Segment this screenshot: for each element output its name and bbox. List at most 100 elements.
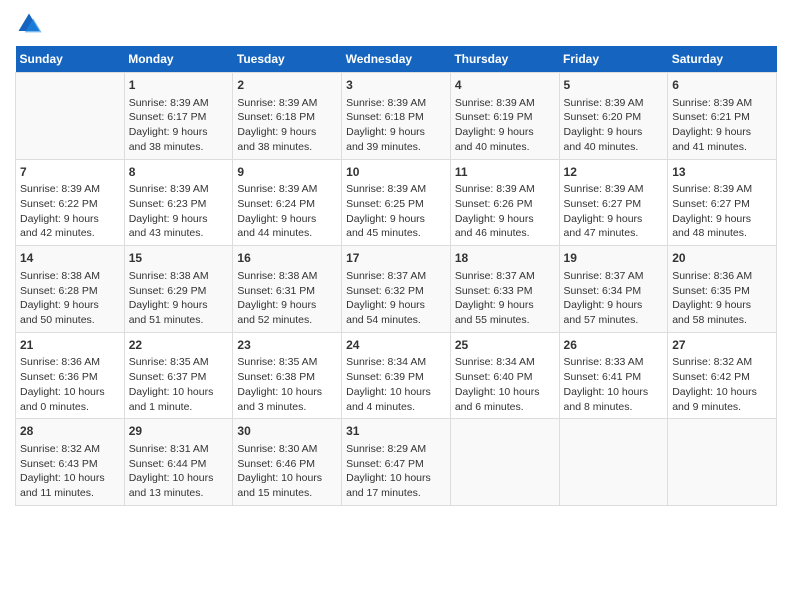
calendar-cell: 28 Sunrise: 8:32 AM Sunset: 6:43 PM Dayli… — [16, 419, 125, 506]
calendar-cell: 25Sunrise: 8:34 AM Sunset: 6:40 PM Dayli… — [450, 332, 559, 419]
day-number: 8 — [129, 164, 229, 181]
logo-icon — [15, 10, 43, 38]
calendar-cell: 9Sunrise: 8:39 AM Sunset: 6:24 PM Daylig… — [233, 159, 342, 246]
cell-info: Sunrise: 8:39 AM Sunset: 6:20 PM Dayligh… — [564, 96, 664, 155]
day-number: 2 — [237, 77, 337, 94]
cell-info: Sunrise: 8:29 AM Sunset: 6:47 PM Dayligh… — [346, 442, 446, 501]
day-number: 28 — [20, 423, 120, 440]
day-number: 26 — [564, 337, 664, 354]
cell-info: Sunrise: 8:35 AM Sunset: 6:37 PM Dayligh… — [129, 355, 229, 414]
calendar-cell: 10Sunrise: 8:39 AM Sunset: 6:25 PM Dayli… — [342, 159, 451, 246]
calendar-cell: 15 Sunrise: 8:38 AM Sunset: 6:29 PM Dayli… — [124, 246, 233, 333]
day-number: 16 — [237, 250, 337, 267]
day-number: 3 — [346, 77, 446, 94]
calendar-week-row: 28 Sunrise: 8:32 AM Sunset: 6:43 PM Dayli… — [16, 419, 777, 506]
day-number: 27 — [672, 337, 772, 354]
day-number: 30 — [237, 423, 337, 440]
day-number: 19 — [564, 250, 664, 267]
calendar-week-row: 1Sunrise: 8:39 AM Sunset: 6:17 PM Daylig… — [16, 73, 777, 160]
page-header — [15, 10, 777, 38]
cell-info: Sunrise: 8:37 AM Sunset: 6:33 PM Dayligh… — [455, 269, 555, 328]
calendar-cell: 30 Sunrise: 8:30 AM Sunset: 6:46 PM Dayli… — [233, 419, 342, 506]
cell-info: Sunrise: 8:38 AM Sunset: 6:29 PM Dayligh… — [129, 269, 229, 328]
calendar-cell: 19 Sunrise: 8:37 AM Sunset: 6:34 PM Dayli… — [559, 246, 668, 333]
day-number: 9 — [237, 164, 337, 181]
col-header-monday: Monday — [124, 46, 233, 73]
calendar-cell: 17 Sunrise: 8:37 AM Sunset: 6:32 PM Dayli… — [342, 246, 451, 333]
calendar-cell — [16, 73, 125, 160]
calendar-week-row: 7Sunrise: 8:39 AM Sunset: 6:22 PM Daylig… — [16, 159, 777, 246]
calendar-cell — [450, 419, 559, 506]
cell-info: Sunrise: 8:30 AM Sunset: 6:46 PM Dayligh… — [237, 442, 337, 501]
calendar-week-row: 21Sunrise: 8:36 AM Sunset: 6:36 PM Dayli… — [16, 332, 777, 419]
day-number: 4 — [455, 77, 555, 94]
day-number: 17 — [346, 250, 446, 267]
day-number: 10 — [346, 164, 446, 181]
calendar-cell: 11Sunrise: 8:39 AM Sunset: 6:26 PM Dayli… — [450, 159, 559, 246]
cell-info: Sunrise: 8:38 AM Sunset: 6:28 PM Dayligh… — [20, 269, 120, 328]
calendar-cell: 29 Sunrise: 8:31 AM Sunset: 6:44 PM Dayli… — [124, 419, 233, 506]
col-header-sunday: Sunday — [16, 46, 125, 73]
calendar-cell: 3 Sunrise: 8:39 AM Sunset: 6:18 PM Daylig… — [342, 73, 451, 160]
cell-info: Sunrise: 8:39 AM Sunset: 6:23 PM Dayligh… — [129, 182, 229, 241]
day-number: 13 — [672, 164, 772, 181]
cell-info: Sunrise: 8:39 AM Sunset: 6:18 PM Dayligh… — [346, 96, 446, 155]
calendar-cell: 27Sunrise: 8:32 AM Sunset: 6:42 PM Dayli… — [668, 332, 777, 419]
cell-info: Sunrise: 8:37 AM Sunset: 6:34 PM Dayligh… — [564, 269, 664, 328]
calendar-cell: 26Sunrise: 8:33 AM Sunset: 6:41 PM Dayli… — [559, 332, 668, 419]
calendar-cell: 2 Sunrise: 8:39 AM Sunset: 6:18 PM Daylig… — [233, 73, 342, 160]
calendar-cell: 20Sunrise: 8:36 AM Sunset: 6:35 PM Dayli… — [668, 246, 777, 333]
cell-info: Sunrise: 8:37 AM Sunset: 6:32 PM Dayligh… — [346, 269, 446, 328]
calendar-cell: 21Sunrise: 8:36 AM Sunset: 6:36 PM Dayli… — [16, 332, 125, 419]
calendar-cell: 4 Sunrise: 8:39 AM Sunset: 6:19 PM Daylig… — [450, 73, 559, 160]
calendar-cell: 14 Sunrise: 8:38 AM Sunset: 6:28 PM Dayli… — [16, 246, 125, 333]
cell-info: Sunrise: 8:34 AM Sunset: 6:39 PM Dayligh… — [346, 355, 446, 414]
calendar-cell: 16Sunrise: 8:38 AM Sunset: 6:31 PM Dayli… — [233, 246, 342, 333]
cell-info: Sunrise: 8:34 AM Sunset: 6:40 PM Dayligh… — [455, 355, 555, 414]
day-number: 20 — [672, 250, 772, 267]
cell-info: Sunrise: 8:31 AM Sunset: 6:44 PM Dayligh… — [129, 442, 229, 501]
col-header-friday: Friday — [559, 46, 668, 73]
calendar-cell: 13Sunrise: 8:39 AM Sunset: 6:27 PM Dayli… — [668, 159, 777, 246]
calendar-cell: 12Sunrise: 8:39 AM Sunset: 6:27 PM Dayli… — [559, 159, 668, 246]
cell-info: Sunrise: 8:39 AM Sunset: 6:26 PM Dayligh… — [455, 182, 555, 241]
calendar-cell: 8Sunrise: 8:39 AM Sunset: 6:23 PM Daylig… — [124, 159, 233, 246]
day-number: 18 — [455, 250, 555, 267]
day-number: 24 — [346, 337, 446, 354]
day-number: 25 — [455, 337, 555, 354]
header-row: SundayMondayTuesdayWednesdayThursdayFrid… — [16, 46, 777, 73]
cell-info: Sunrise: 8:32 AM Sunset: 6:42 PM Dayligh… — [672, 355, 772, 414]
cell-info: Sunrise: 8:36 AM Sunset: 6:36 PM Dayligh… — [20, 355, 120, 414]
calendar-cell — [559, 419, 668, 506]
cell-info: Sunrise: 8:39 AM Sunset: 6:19 PM Dayligh… — [455, 96, 555, 155]
cell-info: Sunrise: 8:39 AM Sunset: 6:18 PM Dayligh… — [237, 96, 337, 155]
calendar-cell: 6 Sunrise: 8:39 AM Sunset: 6:21 PM Daylig… — [668, 73, 777, 160]
col-header-wednesday: Wednesday — [342, 46, 451, 73]
day-number: 15 — [129, 250, 229, 267]
cell-info: Sunrise: 8:33 AM Sunset: 6:41 PM Dayligh… — [564, 355, 664, 414]
day-number: 22 — [129, 337, 229, 354]
day-number: 29 — [129, 423, 229, 440]
calendar-cell: 22Sunrise: 8:35 AM Sunset: 6:37 PM Dayli… — [124, 332, 233, 419]
cell-info: Sunrise: 8:39 AM Sunset: 6:27 PM Dayligh… — [564, 182, 664, 241]
day-number: 14 — [20, 250, 120, 267]
cell-info: Sunrise: 8:39 AM Sunset: 6:25 PM Dayligh… — [346, 182, 446, 241]
col-header-thursday: Thursday — [450, 46, 559, 73]
calendar-cell: 7Sunrise: 8:39 AM Sunset: 6:22 PM Daylig… — [16, 159, 125, 246]
day-number: 6 — [672, 77, 772, 94]
calendar-cell: 5 Sunrise: 8:39 AM Sunset: 6:20 PM Daylig… — [559, 73, 668, 160]
day-number: 31 — [346, 423, 446, 440]
calendar-week-row: 14 Sunrise: 8:38 AM Sunset: 6:28 PM Dayli… — [16, 246, 777, 333]
day-number: 7 — [20, 164, 120, 181]
cell-info: Sunrise: 8:32 AM Sunset: 6:43 PM Dayligh… — [20, 442, 120, 501]
calendar-cell: 18 Sunrise: 8:37 AM Sunset: 6:33 PM Dayli… — [450, 246, 559, 333]
col-header-tuesday: Tuesday — [233, 46, 342, 73]
cell-info: Sunrise: 8:39 AM Sunset: 6:22 PM Dayligh… — [20, 182, 120, 241]
day-number: 5 — [564, 77, 664, 94]
day-number: 1 — [129, 77, 229, 94]
day-number: 21 — [20, 337, 120, 354]
calendar-cell: 23Sunrise: 8:35 AM Sunset: 6:38 PM Dayli… — [233, 332, 342, 419]
cell-info: Sunrise: 8:39 AM Sunset: 6:21 PM Dayligh… — [672, 96, 772, 155]
calendar-table: SundayMondayTuesdayWednesdayThursdayFrid… — [15, 46, 777, 506]
calendar-cell: 1Sunrise: 8:39 AM Sunset: 6:17 PM Daylig… — [124, 73, 233, 160]
